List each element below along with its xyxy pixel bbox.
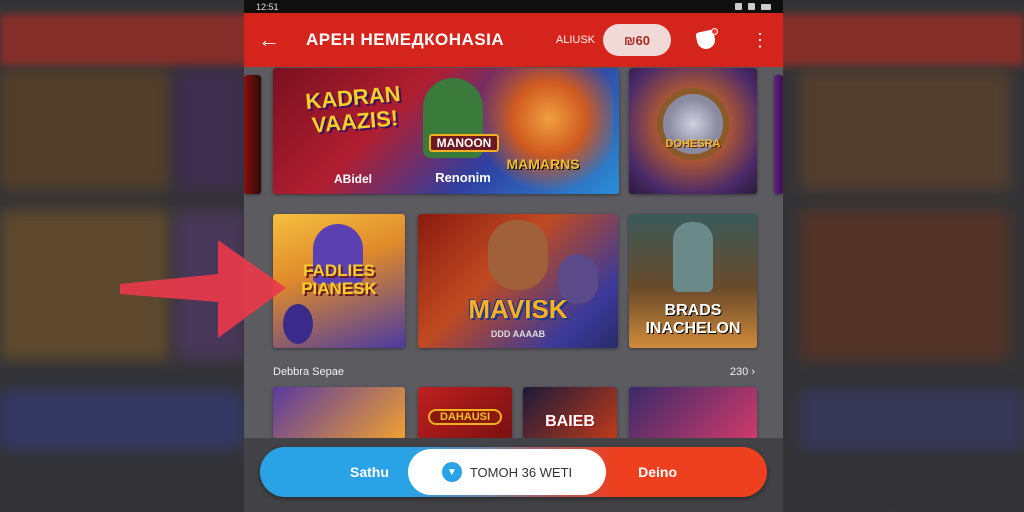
featured-card-left-edge[interactable] xyxy=(244,75,261,194)
back-arrow-icon[interactable]: ← xyxy=(258,29,284,51)
featured-card-subtitle-2: Renonim xyxy=(435,170,491,185)
status-bar: 12:51 xyxy=(244,0,783,13)
phone-screen: 12:51 ← АРЕН НЕМЕДКОНАSIА ALIUSK ₪60 ⋮ K… xyxy=(244,0,783,512)
battery-icon xyxy=(761,3,771,10)
game-card[interactable]: MAVISK DDD AAAAB xyxy=(418,214,618,348)
game-card[interactable]: FADLIES PIANESK xyxy=(273,214,405,348)
bottom-segmented-control: Sathu ▼ TOMOH 36 WETI Deino xyxy=(260,447,767,497)
game-card-title: FADLIES PIANESK xyxy=(301,261,377,298)
wifi-icon xyxy=(748,3,755,10)
featured-card-title: KADRAN VAAZIS! xyxy=(304,80,402,138)
bottom-bar: Sathu ▼ TOMOH 36 WETI Deino xyxy=(244,438,783,512)
signal-icon xyxy=(735,3,742,10)
game-card[interactable]: BRADS INACHELON xyxy=(629,214,757,348)
status-icons xyxy=(735,3,771,10)
game-card-subtitle: DDD AAAAB xyxy=(490,329,546,339)
see-all-link[interactable]: 230 › xyxy=(730,366,755,378)
see-all-count: 230 xyxy=(729,366,749,378)
featured-card-subtitle: ABidel xyxy=(333,172,372,186)
row-card-title: DAHAUSI xyxy=(428,409,502,425)
row-card[interactable]: DAHAUSI xyxy=(418,387,512,439)
pointer-arrow-icon xyxy=(120,240,286,338)
app-title: АРЕН НЕМЕДКОНАSIА xyxy=(306,30,505,49)
game-card-title: MAVISK xyxy=(468,294,568,324)
notification-bell-icon[interactable] xyxy=(695,28,718,51)
featured-card[interactable]: DOHESRA xyxy=(629,68,757,194)
row-card[interactable] xyxy=(629,387,757,439)
chevron-right-icon: › xyxy=(751,366,755,378)
game-card-title: BRADS INACHELON xyxy=(645,302,741,337)
section-title: Debbra Sepae xyxy=(273,366,344,378)
bottom-center-button[interactable]: ▼ TOMOH 36 WETI xyxy=(408,449,606,495)
row-card[interactable] xyxy=(273,387,405,439)
bottom-center-label: TOMOH 36 WETI xyxy=(469,464,573,480)
app-bar: ← АРЕН НЕМЕДКОНАSIА ALIUSK ₪60 ⋮ xyxy=(244,13,783,67)
featured-card-right-edge[interactable] xyxy=(774,75,783,194)
featured-card[interactable]: KADRAN VAAZIS! ABidel MANOON MAMARNS Ren… xyxy=(273,68,619,194)
bottom-left-button[interactable]: Sathu xyxy=(350,464,389,480)
featured-card-title: DOHESRA xyxy=(665,138,721,150)
more-options-icon[interactable]: ⋮ xyxy=(751,31,769,49)
row-card[interactable]: BAIEB xyxy=(523,387,617,439)
bottom-right-button[interactable]: Deino xyxy=(638,464,677,480)
balance-pill[interactable]: ₪60 xyxy=(603,24,671,56)
status-time: 12:51 xyxy=(256,1,279,12)
coins-label: ALIUSK xyxy=(555,34,595,46)
balance-value: ₪60 xyxy=(624,32,650,48)
chevron-down-icon: ▼ xyxy=(441,462,462,482)
row-card-title: BAIEB xyxy=(545,413,595,430)
featured-card-name: MANOON xyxy=(429,134,499,152)
